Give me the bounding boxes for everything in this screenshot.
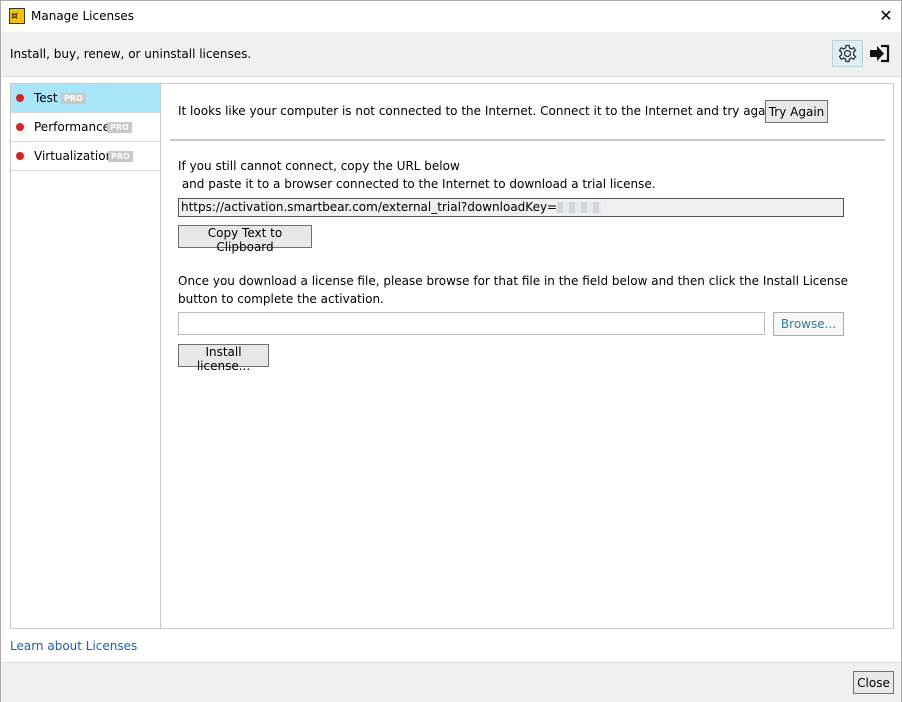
pro-badge: PRO [107,122,132,133]
trial-url-text: https://activation.smartbear.com/externa… [181,200,558,214]
sidebar-item-label: Performance [34,120,111,134]
learn-about-licenses-link[interactable]: Learn about Licenses [10,639,137,653]
pro-badge: PRO [61,93,86,104]
copy-to-clipboard-button[interactable]: Copy Text to Clipboard [178,225,312,254]
gear-icon [838,44,857,63]
still-cannot-connect-text: If you still cannot connect, copy the UR… [178,159,460,173]
close-button[interactable]: Close [853,671,894,694]
sidebar-item-label: Virtualization [34,149,114,163]
header-subtitle: Install, buy, renew, or uninstall licens… [10,47,252,61]
browse-button[interactable]: Browse... [773,312,844,336]
status-dot-icon [16,94,24,102]
sign-in-icon [870,44,890,63]
trial-url-field[interactable]: https://activation.smartbear.com/externa… [178,198,844,217]
pro-badge: PRO [108,151,133,162]
sidebar-item-test[interactable]: Test PRO [11,84,160,113]
license-file-path-input[interactable] [178,312,765,335]
sidebar-item-virtualization[interactable]: Virtualization PRO [11,142,160,171]
redacted-key [557,202,602,213]
install-license-button[interactable]: Install license... [178,344,269,373]
window-close-icon[interactable]: ✕ [873,5,899,27]
instructions-text-line1: Once you download a license file, please… [178,274,849,288]
footer-bar [1,662,901,702]
manage-licenses-window: ¤ Manage Licenses ✕ Install, buy, renew,… [0,0,902,702]
try-again-button[interactable]: Try Again [765,100,828,123]
divider [170,139,885,141]
window-title: Manage Licenses [31,9,134,23]
sidebar-item-label: Test [34,91,58,105]
paste-url-text: and paste it to a browser connected to t… [178,177,656,191]
sidebar-item-performance[interactable]: Performance PRO [11,113,160,142]
sign-in-button[interactable] [865,40,894,67]
settings-button[interactable] [832,40,863,67]
title-bar: ¤ Manage Licenses ✕ [1,1,901,32]
header-bar: Install, buy, renew, or uninstall licens… [1,32,901,77]
app-logo-icon: ¤ [9,8,25,24]
connection-message: It looks like your computer is not conne… [178,104,781,118]
instructions-text-line2: button to complete the activation. [178,292,384,306]
status-dot-icon [16,123,24,131]
product-list: Test PRO Performance PRO Virtualization … [10,83,161,629]
status-dot-icon [16,152,24,160]
